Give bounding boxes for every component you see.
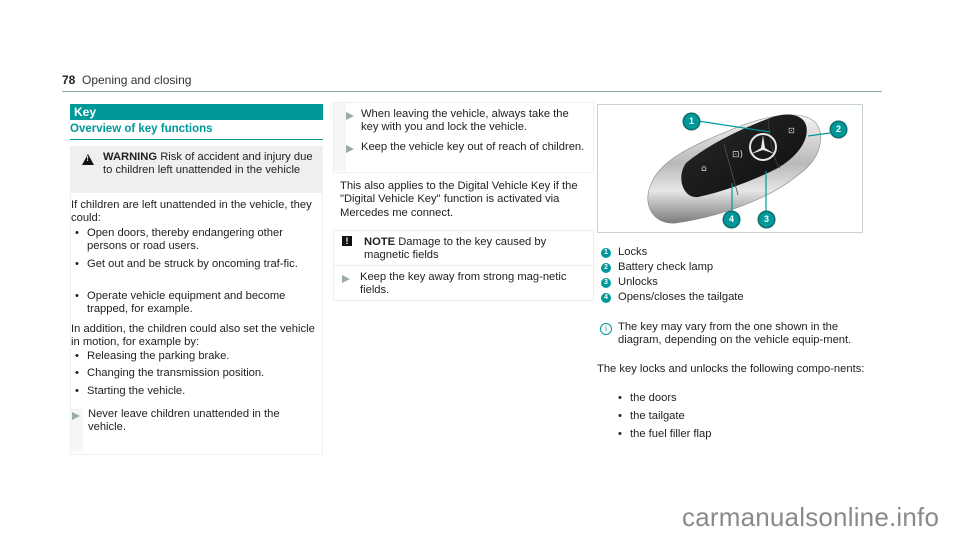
action-arrow-icon: [346, 112, 354, 120]
legend-number: 3: [601, 278, 611, 288]
warning-triangle-icon: [82, 154, 94, 165]
callout-4: 4: [724, 212, 739, 227]
callout-1: 1: [684, 114, 699, 129]
note-exclamation-icon: !: [342, 236, 352, 246]
action-item: Keep the vehicle key out of reach of chi…: [361, 141, 585, 153]
risk-item: Operate vehicle equipment and become tra…: [75, 290, 312, 317]
warning-box: WARNING Risk of accident and injury due …: [70, 146, 323, 455]
motion-risk-item: Changing the transmission position.: [75, 367, 312, 381]
components-intro: The key locks and unlocks the following …: [597, 363, 865, 375]
warning-intro-2: In addition, the children could also set…: [71, 323, 315, 349]
action-arrow-icon: [342, 275, 350, 283]
section-subtitle: Overview of key functions: [70, 123, 323, 140]
legend-number: 1: [601, 248, 611, 258]
component-item: the tailgate: [618, 410, 870, 424]
svg-text:⊡: ⊡: [788, 126, 795, 135]
component-item: the doors: [618, 392, 870, 406]
svg-text:⊡): ⊡): [732, 150, 743, 160]
warning-header: WARNING Risk of accident and injury due …: [71, 147, 322, 193]
callout-3: 3: [759, 212, 774, 227]
note-action: Keep the key away from strong mag-netic …: [360, 271, 567, 297]
legend-number: 2: [601, 263, 611, 273]
warning-label: WARNING: [103, 151, 158, 163]
risk-item: Open doors, thereby endangering other pe…: [75, 227, 312, 254]
svg-text:⌂: ⌂: [701, 164, 707, 174]
action-strip: [334, 103, 346, 171]
digital-key-paragraph: This also applies to the Digital Vehicle…: [340, 180, 578, 219]
callout-2: 2: [831, 122, 846, 137]
action-item: Never leave children unattended in the v…: [88, 408, 280, 434]
warning-actions-continued: When leaving the vehicle, always take th…: [333, 102, 594, 173]
note-title: NOTE Damage to the key caused by magneti…: [364, 236, 589, 263]
legend-label: Battery check lamp: [618, 261, 714, 273]
legend-label: Opens/closes the tailgate: [618, 291, 744, 303]
motion-risk-item: Starting the vehicle.: [75, 385, 312, 399]
warning-intro: If children are left unattended in the v…: [71, 199, 312, 225]
action-item: When leaving the vehicle, always take th…: [361, 108, 569, 134]
info-note: The key may vary from the one shown in t…: [618, 321, 852, 347]
risk-item: Get out and be struck by oncoming traf-f…: [75, 258, 312, 272]
key-figure: ⊡) ⊡ ⌂ 1 2 3 4: [597, 104, 863, 233]
page-number: 78: [62, 73, 76, 87]
section-title: Key: [70, 104, 323, 120]
legend-number: 4: [601, 293, 611, 303]
note-box: ! NOTE Damage to the key caused by magne…: [333, 230, 594, 301]
note-label: NOTE: [364, 236, 396, 248]
page-header: 78 Opening and closing: [62, 69, 882, 92]
component-item: the fuel filler flap: [618, 428, 870, 442]
note-header: ! NOTE Damage to the key caused by magne…: [334, 231, 593, 266]
info-icon: i: [600, 323, 612, 335]
legend-label: Locks: [618, 246, 648, 258]
motion-risk-item: Releasing the parking brake.: [75, 350, 312, 364]
watermark-link[interactable]: carmanualsonline.info: [682, 502, 939, 532]
action-arrow-icon: [346, 145, 354, 153]
legend-label: Unlocks: [618, 276, 658, 288]
action-arrow-icon: [72, 412, 80, 420]
figure-legend: 1 Locks 2 Battery check lamp 3 Unlocks 4…: [597, 246, 877, 316]
warning-title: WARNING Risk of accident and injury due …: [103, 151, 318, 178]
chapter-title: Opening and closing: [82, 73, 192, 87]
